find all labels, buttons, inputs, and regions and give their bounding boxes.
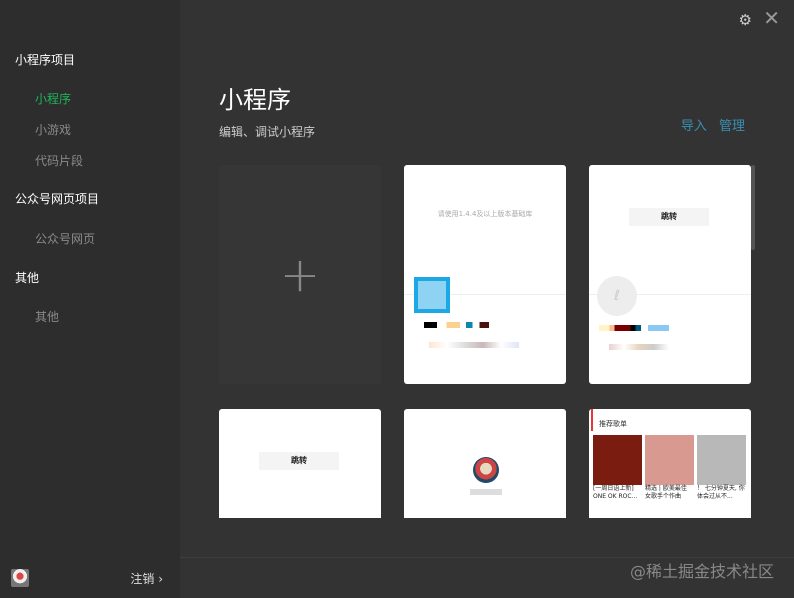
sidebar-item-miniprogram[interactable]: 小程序 bbox=[35, 90, 71, 107]
sidebar-item-other[interactable]: 其他 bbox=[35, 308, 59, 325]
watermark: @稀土掘金技术社区 bbox=[629, 562, 774, 581]
project-card[interactable]: 跳转 bbox=[219, 409, 381, 518]
sidebar-item-code-snippet[interactable]: 代码片段 bbox=[35, 152, 83, 169]
project-card[interactable]: 跳转 ℓ bbox=[589, 165, 751, 384]
project-icon bbox=[414, 277, 450, 313]
scrollbar[interactable] bbox=[751, 165, 755, 250]
playlist-cover bbox=[645, 435, 694, 485]
sidebar-item-official-web[interactable]: 公众号网页 bbox=[35, 230, 95, 247]
close-icon[interactable]: ✕ bbox=[763, 6, 780, 30]
gear-icon[interactable]: ⚙ bbox=[739, 11, 752, 29]
section-miniprogram-projects: 小程序项目 bbox=[15, 53, 76, 67]
sidebar-item-minigame[interactable]: 小游戏 bbox=[35, 121, 71, 138]
playlist-caption: ！ 七分钟夏天, 你体会过从不... bbox=[697, 485, 745, 500]
jump-button: 跳转 bbox=[629, 208, 709, 226]
section-other: 其他 bbox=[15, 271, 40, 285]
avatar[interactable] bbox=[11, 569, 29, 587]
playlist-caption: [一周日语上新] ONE OK ROC... bbox=[593, 485, 638, 500]
logout-button[interactable]: 注销 › bbox=[130, 570, 163, 587]
jump-button: 跳转 bbox=[259, 452, 339, 470]
project-name-blurred bbox=[424, 322, 489, 328]
sidebar-footer: 注销 › bbox=[0, 558, 180, 598]
project-card-music[interactable]: 推荐歌单 [一周日语上新] ONE OK ROC... 精选 | 欧美最佳 女歌… bbox=[589, 409, 751, 518]
playlist-cover bbox=[593, 435, 642, 485]
section-official-account: 公众号网页项目 bbox=[15, 192, 100, 206]
page-subtitle: 编辑、调试小程序 bbox=[219, 125, 316, 139]
playlist-cover bbox=[697, 435, 746, 485]
user-name-blurred bbox=[470, 489, 502, 495]
plus-icon: + bbox=[279, 246, 321, 303]
manage-link[interactable]: 管理 bbox=[719, 119, 745, 134]
sidebar: 小程序项目 小程序 小游戏 代码片段 公众号网页项目 公众号网页 其他 其他 注… bbox=[0, 0, 180, 598]
import-link[interactable]: 导入 bbox=[681, 119, 707, 134]
project-desc-blurred bbox=[609, 344, 669, 350]
miniprogram-logo-icon: ℓ bbox=[597, 276, 637, 316]
project-card[interactable]: 请使用1.4.4及以上版本基础库 bbox=[404, 165, 566, 384]
new-project-card[interactable]: + bbox=[219, 165, 381, 384]
playlist-title: 推荐歌单 bbox=[591, 409, 751, 431]
user-avatar-icon bbox=[473, 457, 499, 483]
main-panel: ⚙ ✕ 小程序 编辑、调试小程序 导入 管理 + 请使用1.4.4及以上版本基础… bbox=[180, 0, 794, 598]
project-name-blurred bbox=[599, 325, 669, 331]
version-hint: 请使用1.4.4及以上版本基础库 bbox=[437, 210, 533, 218]
project-card[interactable] bbox=[404, 409, 566, 518]
page-title: 小程序 bbox=[219, 86, 291, 114]
project-desc-blurred bbox=[429, 342, 519, 348]
header-actions: 导入 管理 bbox=[673, 115, 745, 134]
playlist-caption: 精选 | 欧美最佳 女歌手个作曲 bbox=[645, 485, 687, 500]
